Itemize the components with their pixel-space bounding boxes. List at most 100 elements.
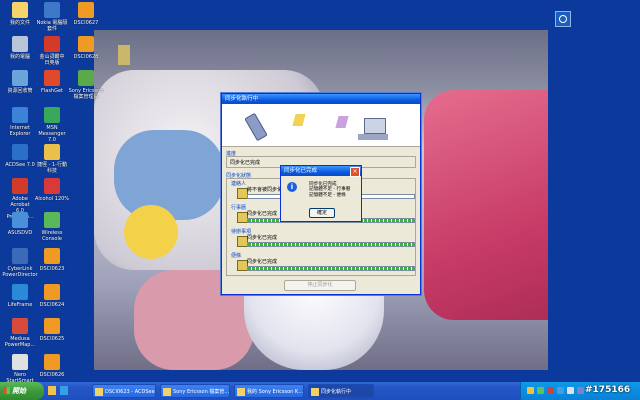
sync-item-text: 同步化已完成 xyxy=(247,235,278,241)
shortcut-icon xyxy=(44,2,60,18)
desktop-icon-label: Wireless Console xyxy=(41,230,63,242)
desktop-icon-label: 捷徑 - 1-行動 科技 xyxy=(37,162,67,174)
desktop-icon[interactable]: FlashGet xyxy=(34,70,70,94)
start-button[interactable]: 開始 xyxy=(0,382,44,400)
shortcut-icon xyxy=(44,107,60,123)
shortcut-icon xyxy=(44,144,60,160)
note-icon xyxy=(335,116,349,128)
shortcut-icon xyxy=(78,70,94,86)
sync-progress-fill xyxy=(248,267,414,270)
phone-icon xyxy=(244,112,268,142)
taskbar-button[interactable]: Sony Ericsson 檔案管... xyxy=(160,384,230,398)
close-button[interactable]: × xyxy=(350,167,360,177)
watermark: #175166 xyxy=(585,385,631,395)
desktop-shortcut-icon[interactable] xyxy=(555,11,571,27)
note-icon xyxy=(292,114,306,126)
taskbar-button-label: 同步化執行中 xyxy=(321,389,352,395)
ok-button[interactable]: 確定 xyxy=(309,208,335,218)
shortcut-icon xyxy=(12,354,28,370)
taskbar-button[interactable]: 我的 Sony Ericsson K... xyxy=(234,384,304,398)
shortcut-icon xyxy=(12,248,28,264)
tray-icon[interactable] xyxy=(557,387,564,394)
desktop-icon[interactable]: DSCI0625 xyxy=(34,318,70,342)
desktop-icon-label: MSN Messenger 7.0 xyxy=(38,125,66,143)
shortcut-icon xyxy=(44,318,60,334)
computer-icon xyxy=(364,118,386,134)
desktop-icon[interactable]: Wireless Console xyxy=(34,212,70,242)
desktop-icon-label: DSCI0627 xyxy=(73,20,99,26)
desktop-icon[interactable]: Sony Ericsson 檔案管理員 xyxy=(68,70,104,100)
desktop-icon[interactable]: DSCI0623 xyxy=(34,248,70,272)
shortcut-icon xyxy=(12,318,28,334)
desktop: 我的文件 Nokia 電腦隔 套件 DSCI0627 我的電腦 金山詞霸中 日英版 DSC… xyxy=(0,0,640,384)
desktop-icon[interactable]: LifeFrame xyxy=(2,284,38,308)
tray-icon[interactable] xyxy=(547,387,554,394)
app-icon xyxy=(311,388,319,396)
desktop-icon-label: ACDSee 7.0 xyxy=(5,162,35,168)
sync-item-text: 同步化已完成 xyxy=(247,211,278,217)
desktop-icon[interactable]: 金山詞霸中 日英版 xyxy=(34,36,70,66)
sync-window-title[interactable]: 同步化執行中 xyxy=(222,94,420,104)
desktop-icon[interactable]: Nero StartSmart xyxy=(2,354,38,384)
desktop-icon-label: DSCI0626 xyxy=(39,372,65,378)
desktop-icon-label: Nokia 電腦隔 套件 xyxy=(36,20,68,32)
desktop-icon[interactable]: 我的電腦 xyxy=(2,36,38,60)
desktop-icon-label: Medusa PowerMap... xyxy=(4,336,36,348)
sync-progress-fill xyxy=(248,243,414,246)
tray-icon[interactable] xyxy=(577,387,584,394)
dialog-title[interactable]: 同步化已完成 xyxy=(281,166,361,176)
desktop-icon-label: 我的電腦 xyxy=(9,54,30,60)
desktop-icon[interactable]: CyberLink PowerDirector xyxy=(2,248,38,278)
desktop-icon[interactable]: ACDSee 7.0 xyxy=(2,144,38,168)
sync-banner xyxy=(222,104,420,147)
desktop-icon[interactable]: 資源回收筒 xyxy=(2,70,38,94)
desktop-icon[interactable]: ASUSDVD xyxy=(2,212,38,236)
dialog-message-line: 記憶體不足 - 便條 xyxy=(309,192,346,198)
shortcut-icon xyxy=(12,107,28,123)
quicklaunch-ie-icon[interactable] xyxy=(60,386,68,395)
desktop-icon-label: CyberLink PowerDirector xyxy=(2,266,38,278)
desktop-icon-label: Sony Ericsson 檔案管理員 xyxy=(68,88,104,100)
desktop-icon[interactable]: Alcohol 120% xyxy=(34,178,70,202)
dialog-message: 同步化已完成 記憶體不足 - 行事曆 記憶體不足 - 便條 xyxy=(309,182,350,198)
desktop-icon-label: LifeFrame xyxy=(7,302,33,308)
desktop-icon[interactable]: DSCI0624 xyxy=(34,284,70,308)
stop-sync-button[interactable]: 停止同步化 xyxy=(284,280,356,291)
taskbar-button[interactable]: DSCI0623 - ACDSee ... xyxy=(92,384,156,398)
shortcut-icon xyxy=(44,248,60,264)
desktop-icon[interactable]: Nokia 電腦隔 套件 xyxy=(34,2,70,32)
info-icon: i xyxy=(287,182,297,192)
start-label: 開始 xyxy=(12,387,26,395)
desktop-icon[interactable]: MSN Messenger 7.0 xyxy=(34,107,70,143)
sync-status-row: 便條 同步化已完成 xyxy=(231,253,417,271)
taskbar-button[interactable]: 同步化執行中 xyxy=(308,384,374,398)
desktop-icon-label: Alcohol 120% xyxy=(34,196,70,202)
shortcut-icon xyxy=(12,36,28,52)
shortcut-icon xyxy=(12,212,28,228)
desktop-icon[interactable]: 捷徑 - 1-行動 科技 xyxy=(34,144,70,174)
quicklaunch-folder-icon[interactable] xyxy=(48,386,56,395)
desktop-icon[interactable]: 我的文件 xyxy=(2,2,38,26)
desktop-icon[interactable]: Medusa PowerMap... xyxy=(2,318,38,348)
taskbar-button-label: 我的 Sony Ericsson K... xyxy=(247,389,303,395)
desktop-icon[interactable]: DSCI0627 xyxy=(68,2,104,26)
dialog-message-line: 記憶體不足 - 行事曆 xyxy=(309,187,351,193)
shortcut-icon xyxy=(44,284,60,300)
tray-icon[interactable] xyxy=(537,387,544,394)
tray-icon[interactable] xyxy=(527,387,534,394)
desktop-icon[interactable]: DSCI0626 xyxy=(34,354,70,378)
tray-icon[interactable] xyxy=(567,387,574,394)
desktop-icon-label: DSCI0623 xyxy=(39,266,65,272)
desktop-icon[interactable]: Internet Explorer xyxy=(2,107,38,137)
desktop-icon-label: 資源回收筒 xyxy=(7,88,33,94)
sync-item-text: 將不會被同步化 xyxy=(247,187,283,193)
desktop-icon-label: ASUSDVD xyxy=(7,230,33,236)
desktop-icon-label: FlashGet xyxy=(40,88,63,94)
shortcut-icon xyxy=(12,144,28,160)
desktop-icon-label: 金山詞霸中 日英版 xyxy=(39,54,65,66)
desktop-icon-label: Internet Explorer xyxy=(9,125,31,137)
desktop-icon-label: DSCI0625 xyxy=(39,336,65,342)
desktop-icon[interactable]: DSCI0628 xyxy=(68,36,104,60)
taskbar: 開始 DSCI0623 - ACDSee ... Sony Ericsson 檔案… xyxy=(0,382,640,400)
sync-progress-bar xyxy=(247,242,415,247)
